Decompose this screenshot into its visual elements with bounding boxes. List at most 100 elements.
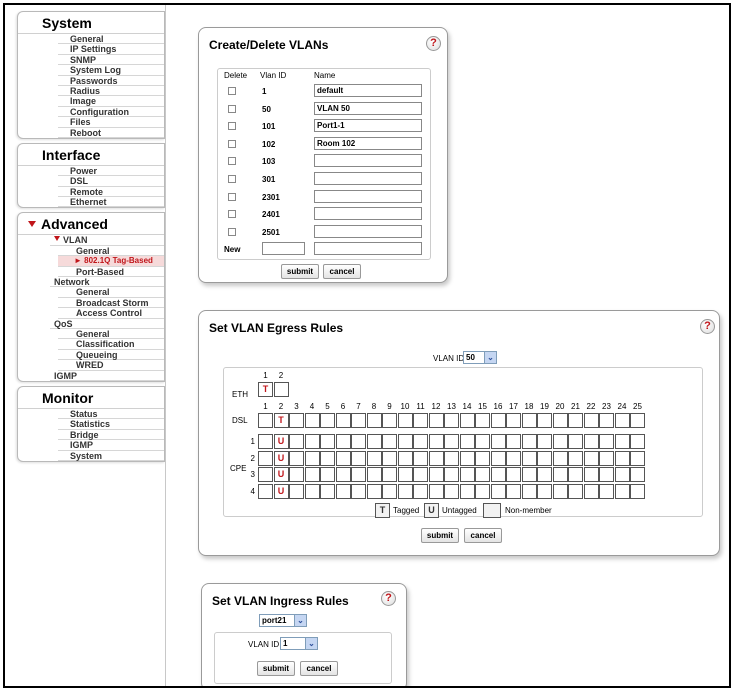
egress-cell-cpe[interactable] — [258, 483, 273, 499]
egress-cell-cpe[interactable] — [335, 483, 351, 499]
egress-cell-cpe[interactable] — [397, 467, 413, 482]
egress-cell-cpe[interactable] — [366, 434, 382, 449]
egress-cell-cpe[interactable]: U — [273, 483, 289, 499]
egress-cell-cpe[interactable] — [304, 467, 320, 482]
sidebar-item-igmp[interactable]: IGMP — [50, 371, 164, 381]
egress-cell-cpe[interactable] — [506, 450, 521, 466]
egress-cell-dsl[interactable] — [382, 413, 397, 428]
egress-cell-cpe[interactable] — [599, 467, 614, 482]
delete-checkbox[interactable] — [228, 175, 236, 183]
egress-cell-cpe[interactable] — [506, 434, 521, 449]
sidebar-item-system-general[interactable]: General — [58, 34, 164, 45]
egress-cell-cpe[interactable] — [568, 483, 583, 499]
egress-cell-cpe[interactable] — [521, 467, 537, 482]
egress-cell-cpe[interactable] — [552, 483, 568, 499]
egress-cell-cpe[interactable] — [289, 483, 304, 499]
egress-cell-dsl[interactable] — [444, 413, 459, 428]
egress-cell-dsl[interactable] — [413, 413, 428, 428]
egress-cell-cpe[interactable] — [335, 434, 351, 449]
help-icon[interactable]: ? — [426, 36, 441, 51]
egress-cell-cpe[interactable] — [335, 450, 351, 466]
egress-cell-cpe[interactable] — [459, 483, 475, 499]
sidebar-item-network[interactable]: Network — [50, 277, 164, 288]
create-cancel-button[interactable]: cancel — [323, 264, 361, 279]
egress-cell-cpe[interactable] — [335, 467, 351, 482]
egress-vlan-select[interactable]: 50 ⌄ — [463, 351, 497, 364]
egress-cell-cpe[interactable] — [413, 434, 428, 449]
sidebar-item-system-snmp[interactable]: SNMP — [58, 55, 164, 66]
egress-cell-cpe[interactable] — [490, 483, 506, 499]
egress-cell-cpe[interactable] — [366, 467, 382, 482]
egress-cell-cpe[interactable] — [320, 450, 335, 466]
egress-cell-cpe[interactable] — [614, 483, 630, 499]
egress-cell-cpe[interactable] — [521, 483, 537, 499]
delete-checkbox[interactable] — [228, 227, 236, 236]
egress-cell-cpe[interactable] — [630, 434, 645, 449]
help-icon[interactable]: ? — [700, 319, 715, 334]
egress-cell-cpe[interactable] — [444, 467, 459, 482]
delete-checkbox[interactable] — [228, 139, 236, 148]
egress-cell-cpe[interactable] — [258, 467, 273, 482]
egress-cell-cpe[interactable] — [351, 450, 366, 466]
egress-cell-cpe[interactable] — [630, 467, 645, 482]
egress-cell-cpe[interactable] — [428, 434, 444, 449]
egress-cell-dsl[interactable] — [552, 413, 568, 428]
sidebar-item-system-passwords[interactable]: Passwords — [58, 76, 164, 86]
vlan-name-input[interactable]: default — [314, 84, 422, 97]
egress-cell-cpe[interactable] — [583, 434, 599, 449]
egress-cell-cpe[interactable] — [490, 450, 506, 466]
egress-cell-cpe[interactable] — [614, 467, 630, 482]
sidebar-item-monitor-igmp[interactable]: IGMP — [58, 440, 164, 451]
egress-cell-dsl[interactable] — [320, 413, 335, 428]
egress-cell-eth[interactable]: T — [258, 382, 273, 397]
egress-cell-cpe[interactable] — [397, 434, 413, 449]
section-title-system[interactable]: System — [18, 12, 164, 34]
section-title-interface[interactable]: Interface — [18, 144, 164, 166]
sidebar-item-interface-power[interactable]: Power — [58, 166, 164, 177]
egress-cell-cpe[interactable] — [304, 483, 320, 499]
egress-cell-dsl[interactable]: T — [273, 413, 289, 428]
egress-cell-cpe[interactable] — [320, 467, 335, 482]
ingress-submit-button[interactable]: submit — [257, 661, 295, 676]
sidebar-item-vlan-general[interactable]: General — [58, 246, 164, 257]
egress-cell-dsl[interactable] — [304, 413, 320, 428]
sidebar-item-queueing[interactable]: Queueing — [58, 350, 164, 361]
vlan-name-input[interactable] — [314, 154, 422, 168]
egress-cell-cpe[interactable] — [568, 450, 583, 466]
vlan-name-input[interactable] — [314, 172, 422, 185]
egress-cell-dsl[interactable] — [351, 413, 366, 428]
sidebar-item-system-radius[interactable]: Radius — [58, 86, 164, 97]
egress-cell-cpe[interactable] — [366, 450, 382, 466]
egress-cell-dsl[interactable] — [630, 413, 645, 428]
delete-checkbox[interactable] — [228, 122, 236, 131]
egress-cell-dsl[interactable] — [568, 413, 583, 428]
egress-cell-cpe[interactable] — [413, 450, 428, 466]
egress-cell-cpe[interactable] — [521, 434, 537, 449]
delete-checkbox[interactable] — [228, 157, 236, 166]
egress-cell-cpe[interactable] — [583, 483, 599, 499]
egress-cell-dsl[interactable] — [521, 413, 537, 428]
egress-cell-cpe[interactable]: U — [273, 467, 289, 482]
egress-cell-cpe[interactable] — [475, 434, 490, 449]
egress-cell-cpe[interactable] — [552, 450, 568, 466]
egress-cell-dsl[interactable] — [289, 413, 304, 428]
egress-cell-dsl[interactable] — [537, 413, 552, 428]
sidebar-item-port-based[interactable]: Port-Based — [58, 267, 164, 278]
egress-cell-cpe[interactable] — [614, 434, 630, 449]
sidebar-item-wred[interactable]: WRED — [58, 360, 164, 371]
sidebar-item-system-ip-settings[interactable]: IP Settings — [58, 44, 164, 55]
egress-cell-cpe[interactable]: U — [273, 450, 289, 466]
egress-cancel-button[interactable]: cancel — [464, 528, 502, 543]
egress-cell-cpe[interactable] — [537, 434, 552, 449]
egress-cell-cpe[interactable] — [444, 434, 459, 449]
sidebar-item-interface-ethernet[interactable]: Ethernet — [58, 197, 164, 208]
egress-cell-cpe[interactable] — [351, 434, 366, 449]
egress-cell-cpe[interactable] — [413, 467, 428, 482]
egress-cell-cpe[interactable] — [397, 483, 413, 499]
egress-cell-cpe[interactable] — [289, 434, 304, 449]
sidebar-item-monitor-system[interactable]: System — [58, 451, 164, 461]
sidebar-item-qos-general[interactable]: General — [58, 329, 164, 340]
egress-cell-cpe[interactable] — [583, 467, 599, 482]
section-title-monitor[interactable]: Monitor — [18, 387, 164, 409]
egress-cell-cpe[interactable] — [475, 450, 490, 466]
